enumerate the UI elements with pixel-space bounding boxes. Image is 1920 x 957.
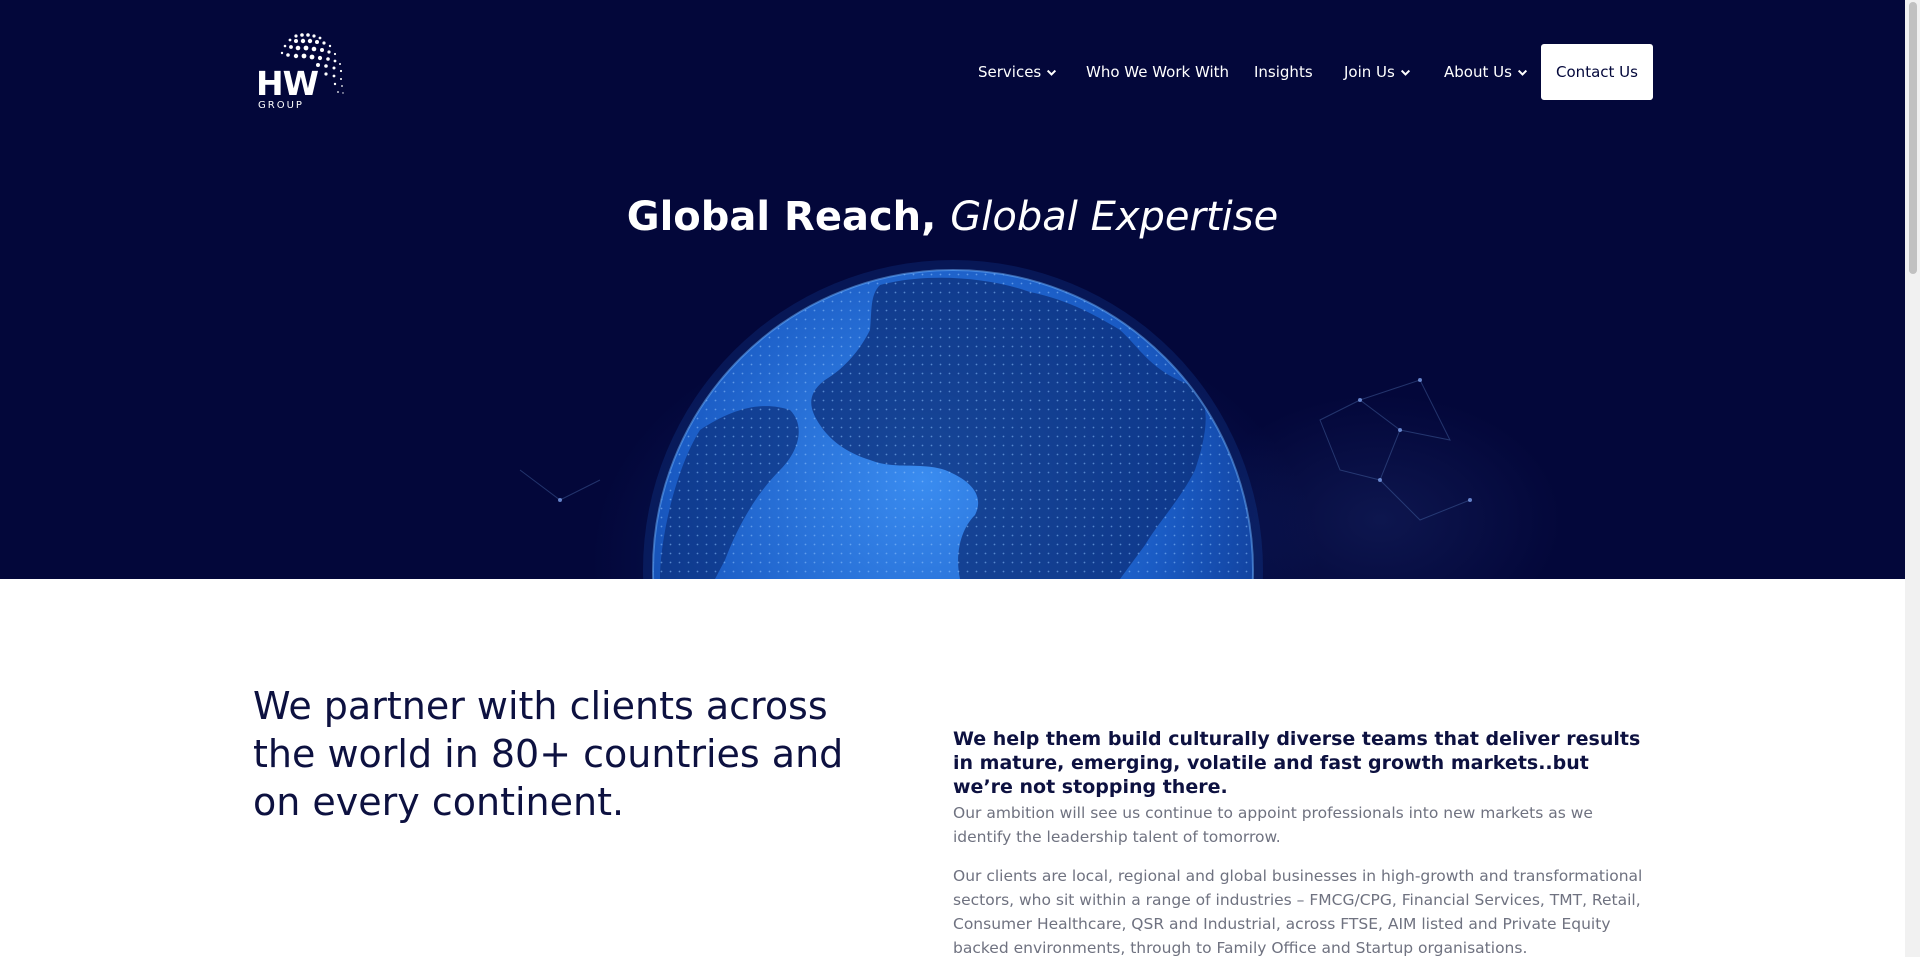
- intro-lead-heading: We partner with clients across the world…: [253, 684, 844, 824]
- logo-wordmark: HW: [256, 64, 319, 103]
- nav-about-us[interactable]: About Us: [1444, 44, 1528, 100]
- intro-paragraph-2: Our clients are local, regional and glob…: [953, 867, 1643, 957]
- hero-section: HW GROUP Services Who We Work With Insig…: [0, 0, 1905, 579]
- contact-us-button[interactable]: Contact Us: [1541, 44, 1653, 100]
- nav-who-we-work-with[interactable]: Who We Work With: [1086, 44, 1229, 100]
- intro-paragraph-1: Our ambition will see us continue to app…: [953, 804, 1593, 846]
- hero-title: Global Reach, Global Expertise: [0, 194, 1905, 240]
- intro-section: We partner with clients across the world…: [0, 579, 1905, 957]
- nav-join-us[interactable]: Join Us: [1344, 44, 1411, 100]
- globe-continents: [653, 270, 1253, 579]
- nav-insights[interactable]: Insights: [1254, 44, 1313, 100]
- nav-join-us-label: Join Us: [1344, 63, 1395, 81]
- logo-subtitle: GROUP: [258, 100, 304, 111]
- nav-services-label: Services: [978, 63, 1042, 81]
- hero-title-emphasis: Global Expertise: [950, 194, 1279, 240]
- chevron-down-icon: [1400, 69, 1410, 76]
- intro-subheading: We help them build culturally diverse te…: [953, 728, 1641, 798]
- scrollbar-thumb[interactable]: [1909, 2, 1917, 274]
- hero-title-strong: Global Reach,: [626, 194, 937, 240]
- chevron-down-icon: [1517, 69, 1527, 76]
- nav-about-us-label: About Us: [1444, 63, 1512, 81]
- nav-services[interactable]: Services: [978, 44, 1057, 100]
- nav-who-we-work-with-label: Who We Work With: [1086, 63, 1230, 81]
- brand-logo[interactable]: HW GROUP: [256, 30, 352, 114]
- chevron-down-icon: [1047, 69, 1057, 76]
- page-scrollbar[interactable]: [1905, 0, 1920, 957]
- nav-insights-label: Insights: [1254, 63, 1313, 81]
- main-nav: Services Who We Work With Insights Join …: [960, 44, 1653, 100]
